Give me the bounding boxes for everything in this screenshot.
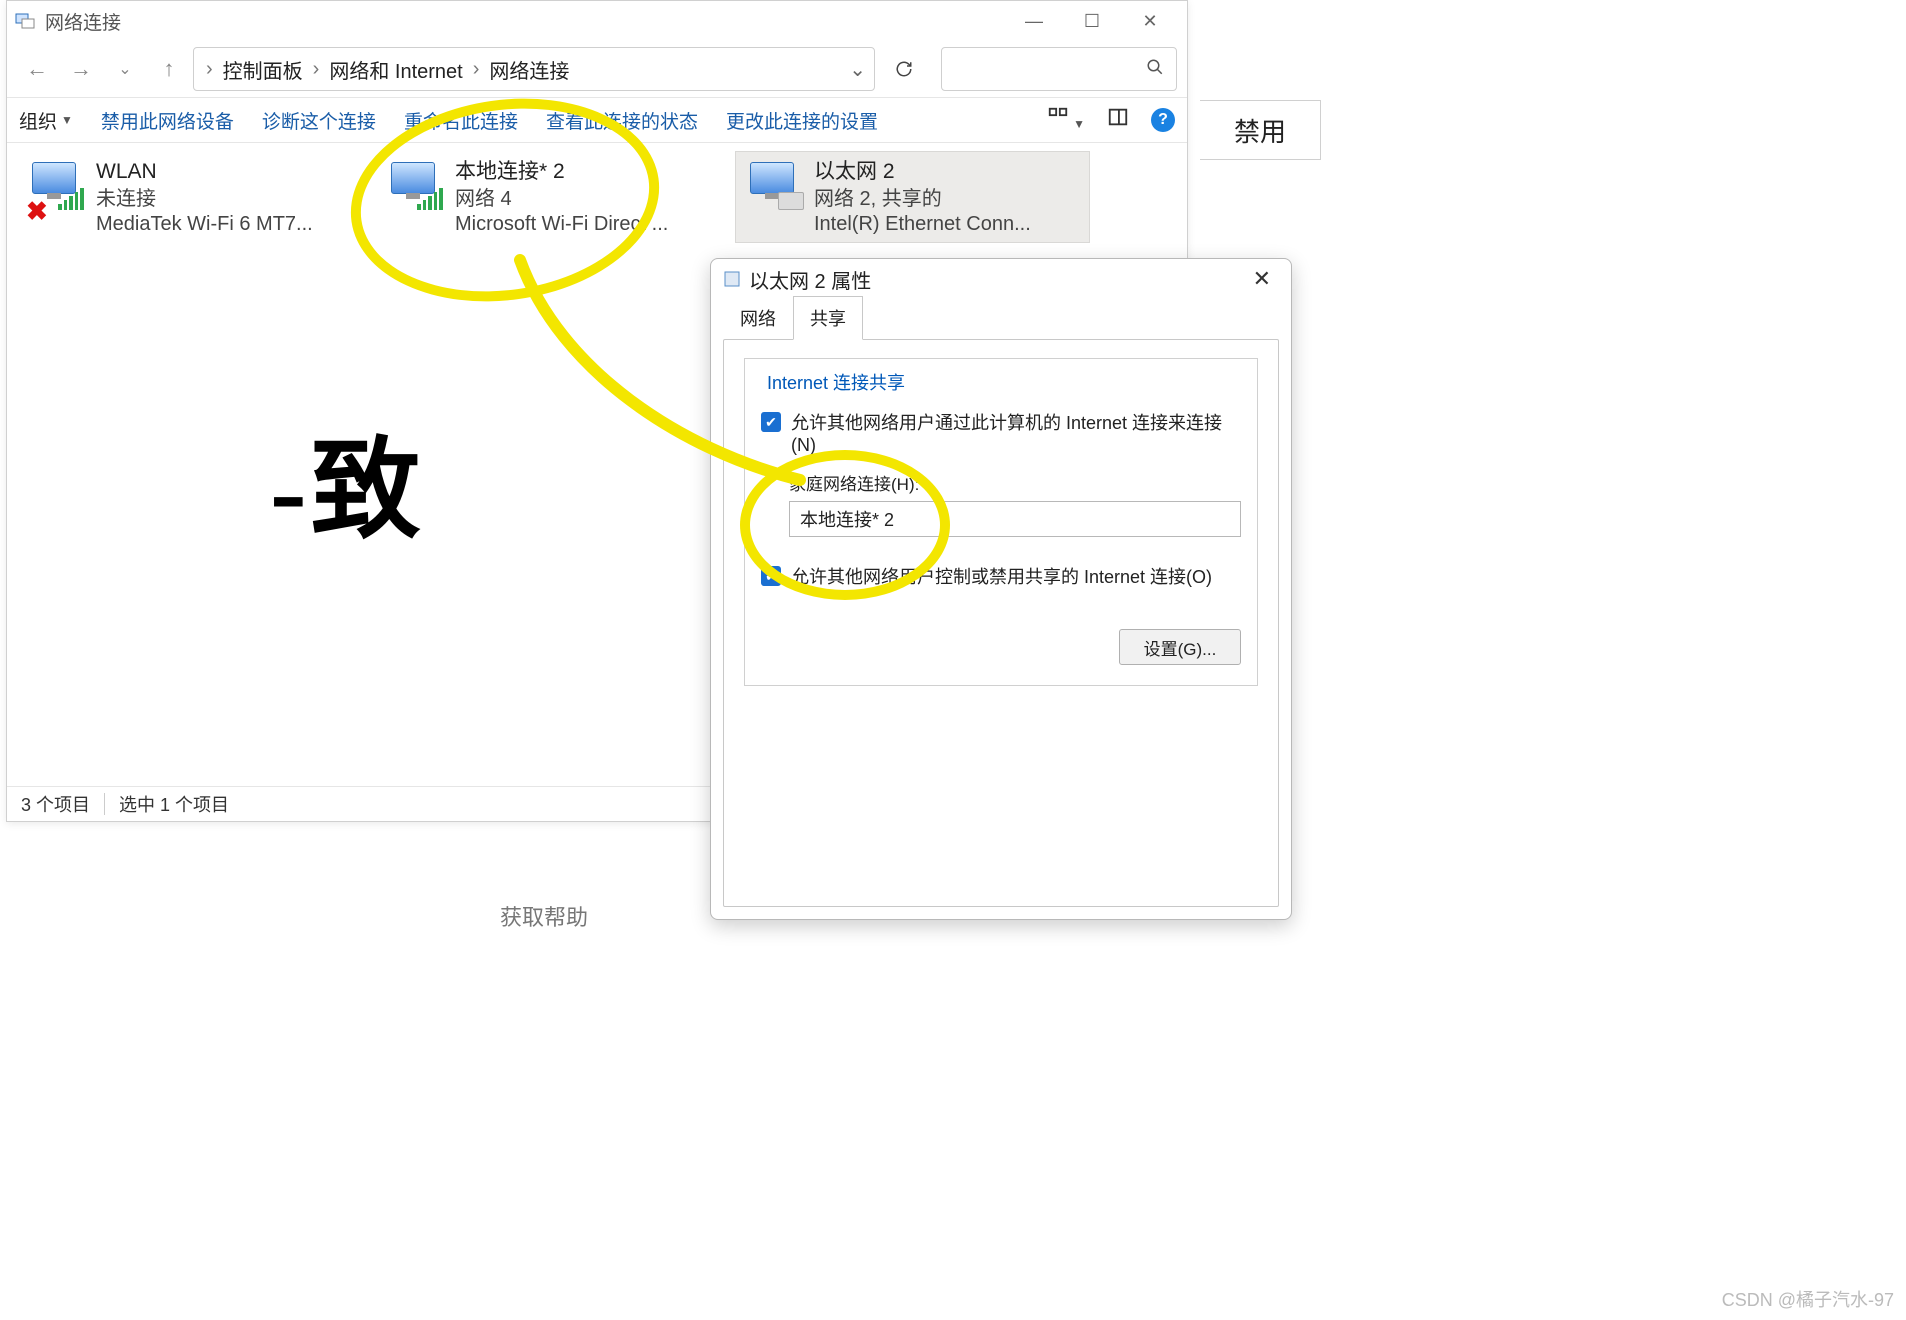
search-box[interactable] — [941, 47, 1177, 91]
wifi-disconnected-icon: ✖ — [26, 158, 86, 218]
connection-item-local2[interactable]: 本地连接* 2 网络 4 Microsoft Wi-Fi Direct ... — [376, 151, 731, 243]
diagnose-button[interactable]: 诊断这个连接 — [262, 107, 376, 134]
help-icon[interactable]: ? — [1151, 108, 1175, 132]
organize-menu[interactable]: 组织▼ — [19, 107, 73, 134]
command-bar: 组织▼ 禁用此网络设备 诊断这个连接 重命名此连接 查看此连接的状态 更改此连接… — [7, 97, 1187, 143]
dialog-body: Internet 连接共享 ✔ 允许其他网络用户通过此计算机的 Internet… — [723, 339, 1279, 907]
ethernet-properties-dialog: 以太网 2 属性 ✕ 网络 共享 Internet 连接共享 ✔ 允许其他网络用… — [710, 258, 1292, 920]
window-controls: — ☐ ✕ — [1005, 1, 1179, 41]
breadcrumb-item[interactable]: 网络和 Internet — [323, 53, 468, 86]
connection-name: 本地连接* 2 — [455, 158, 668, 186]
search-icon — [1146, 58, 1164, 81]
selected-count: 选中 1 个项目 — [119, 791, 229, 817]
statusbar-separator — [104, 793, 105, 815]
breadcrumb-item[interactable]: 网络连接 — [483, 53, 575, 86]
address-dropdown-icon[interactable]: ⌄ — [849, 57, 866, 82]
connection-item-ethernet2[interactable]: 以太网 2 网络 2, 共享的 Intel(R) Ethernet Conn..… — [735, 151, 1090, 243]
address-bar[interactable]: › 控制面板 › 网络和 Internet › 网络连接 ⌄ — [193, 47, 875, 91]
dialog-tabs: 网络 共享 — [711, 299, 1291, 339]
item-count: 3 个项目 — [21, 791, 90, 817]
maximize-button[interactable]: ☐ — [1063, 1, 1121, 41]
partial-help-text: 获取帮助 — [500, 900, 588, 932]
nav-bar: ← → ⌄ ↑ › 控制面板 › 网络和 Internet › 网络连接 ⌄ — [7, 41, 1187, 97]
close-button[interactable]: ✕ — [1121, 1, 1179, 41]
tab-sharing[interactable]: 共享 — [793, 296, 863, 340]
handwriting-annotation: -致 — [270, 400, 425, 560]
breadcrumb-item[interactable]: 控制面板 — [217, 53, 309, 86]
home-network-dropdown[interactable]: 本地连接* 2 — [789, 501, 1241, 537]
connection-device: MediaTek Wi-Fi 6 MT7... — [96, 211, 313, 236]
window-icon — [15, 11, 35, 31]
settings-button[interactable]: 设置(G)... — [1119, 629, 1241, 665]
dialog-titlebar: 以太网 2 属性 ✕ — [711, 259, 1291, 299]
preview-pane-icon[interactable] — [1107, 106, 1129, 134]
allow-connect-label: 允许其他网络用户通过此计算机的 Internet 连接来连接(N) — [791, 409, 1241, 456]
home-network-label: 家庭网络连接(H): — [789, 470, 1241, 495]
connection-name: 以太网 2 — [814, 158, 1031, 186]
ics-group: Internet 连接共享 ✔ 允许其他网络用户通过此计算机的 Internet… — [744, 358, 1258, 686]
adapter-icon — [723, 270, 741, 288]
dialog-close-button[interactable]: ✕ — [1245, 262, 1279, 296]
change-settings-button[interactable]: 更改此连接的设置 — [726, 107, 878, 134]
breadcrumb-sep: › — [204, 58, 215, 81]
allow-connect-checkbox[interactable]: ✔ — [761, 412, 781, 432]
connection-name: WLAN — [96, 158, 313, 186]
forward-button[interactable]: → — [61, 49, 101, 89]
dialog-title: 以太网 2 属性 — [749, 265, 871, 294]
connection-status: 未连接 — [96, 186, 313, 211]
view-status-button[interactable]: 查看此连接的状态 — [546, 107, 698, 134]
breadcrumb-sep: › — [471, 58, 482, 81]
connection-device: Intel(R) Ethernet Conn... — [814, 211, 1031, 236]
disable-device-button[interactable]: 禁用此网络设备 — [101, 107, 234, 134]
view-options-icon[interactable]: ▼ — [1047, 106, 1085, 134]
connection-status: 网络 2, 共享的 — [814, 186, 1031, 211]
connection-status: 网络 4 — [455, 186, 668, 211]
allow-control-checkbox[interactable]: ✔ — [761, 566, 781, 586]
refresh-button[interactable] — [879, 48, 929, 90]
tab-network[interactable]: 网络 — [723, 296, 793, 339]
titlebar: 网络连接 — ☐ ✕ — [7, 1, 1187, 41]
connection-item-wlan[interactable]: ✖ WLAN 未连接 MediaTek Wi-Fi 6 MT7... — [17, 151, 372, 243]
side-disable-button[interactable]: 禁用 — [1200, 100, 1321, 160]
minimize-button[interactable]: — — [1005, 1, 1063, 41]
up-button[interactable]: ↑ — [149, 49, 189, 89]
history-dropdown[interactable]: ⌄ — [105, 49, 145, 89]
home-network-value: 本地连接* 2 — [800, 506, 894, 532]
window-title: 网络连接 — [45, 8, 121, 35]
watermark: CSDN @橘子汽水-97 — [1722, 1286, 1894, 1312]
back-button[interactable]: ← — [17, 49, 57, 89]
group-title: Internet 连接共享 — [761, 369, 911, 395]
wifi-icon — [385, 158, 445, 218]
breadcrumb-sep: › — [311, 58, 322, 81]
rename-button[interactable]: 重命名此连接 — [404, 107, 518, 134]
connection-device: Microsoft Wi-Fi Direct ... — [455, 211, 668, 236]
allow-control-label: 允许其他网络用户控制或禁用共享的 Internet 连接(O) — [791, 563, 1212, 589]
ethernet-icon — [744, 158, 804, 218]
